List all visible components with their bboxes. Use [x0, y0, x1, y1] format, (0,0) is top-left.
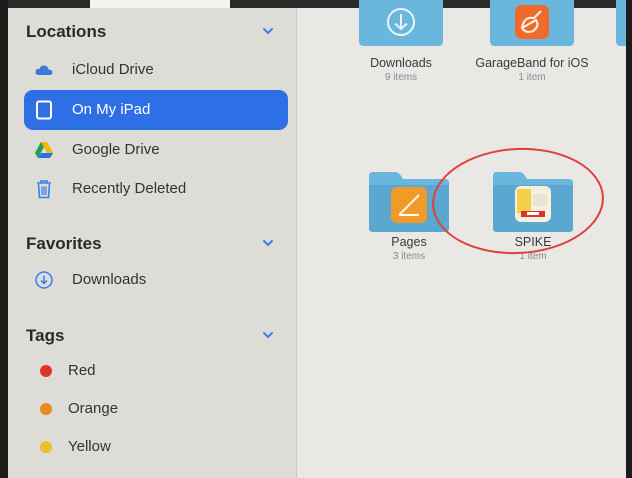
google-drive-icon: [35, 142, 53, 158]
sidebar-tag-orange[interactable]: Orange: [24, 389, 288, 429]
orange-tag-dot: [40, 403, 52, 415]
folder-name: Downloads: [370, 56, 432, 70]
garageband-folder-icon[interactable]: [490, 0, 574, 46]
downloads-folder[interactable]: Downloads 9 items: [341, 56, 461, 83]
sidebar-tag-yellow[interactable]: Yellow: [24, 427, 288, 467]
downloads-folder-icon[interactable]: [359, 0, 443, 46]
sidebar-item-label: Google Drive: [72, 141, 160, 158]
sidebar-item-label: Downloads: [72, 271, 147, 288]
sidebar-tag-red[interactable]: Red: [24, 351, 288, 391]
folder-name: GarageBand for iOS: [475, 56, 589, 70]
sidebar-item-label: Red: [68, 362, 96, 379]
trash-icon: [37, 180, 51, 199]
sidebar-item-recently-deleted[interactable]: Recently Deleted: [24, 169, 288, 209]
tags-header[interactable]: Tags: [8, 322, 296, 352]
tags-title: Tags: [26, 326, 65, 345]
sidebar-item-google-drive[interactable]: Google Drive: [24, 130, 288, 170]
locations-header[interactable]: Locations: [8, 18, 296, 48]
sidebar-item-label: Yellow: [68, 438, 111, 455]
sidebar-item-on-my-ipad[interactable]: On My iPad: [24, 90, 288, 130]
favorites-header[interactable]: Favorites: [8, 230, 296, 260]
chevron-down-icon[interactable]: [261, 24, 275, 38]
red-tag-dot: [40, 365, 52, 377]
sidebar-item-label: On My iPad: [72, 101, 151, 118]
folder-name: Pages: [391, 235, 427, 249]
sidebar: Locations iCloud Drive On My iPad Google…: [8, 8, 297, 478]
sidebar-item-label: Recently Deleted: [72, 180, 187, 197]
download-circle-icon: [35, 271, 53, 289]
folder-count: 1 item: [518, 72, 546, 83]
ipad-icon: [36, 100, 52, 120]
locations-title: Locations: [26, 22, 107, 41]
sidebar-item-label: iCloud Drive: [72, 61, 154, 78]
chevron-down-icon[interactable]: [261, 328, 275, 342]
chevron-down-icon[interactable]: [261, 236, 275, 250]
folder-count: 9 items: [384, 72, 418, 83]
sidebar-item-label: Orange: [68, 400, 119, 417]
ipad-screen: Locations iCloud Drive On My iPad Google…: [8, 0, 626, 478]
favorites-title: Favorites: [26, 234, 102, 253]
pages-folder[interactable]: Pages 3 items: [349, 235, 469, 262]
partial-folder-icon[interactable]: [616, 0, 626, 46]
garageband-folder[interactable]: GarageBand for iOS 1 item: [472, 56, 592, 83]
sidebar-item-downloads[interactable]: Downloads: [24, 260, 288, 300]
cloud-icon: [35, 65, 53, 75]
folder-count: 3 items: [392, 251, 426, 262]
sidebar-item-icloud-drive[interactable]: iCloud Drive: [24, 50, 288, 90]
yellow-tag-dot: [40, 441, 52, 453]
